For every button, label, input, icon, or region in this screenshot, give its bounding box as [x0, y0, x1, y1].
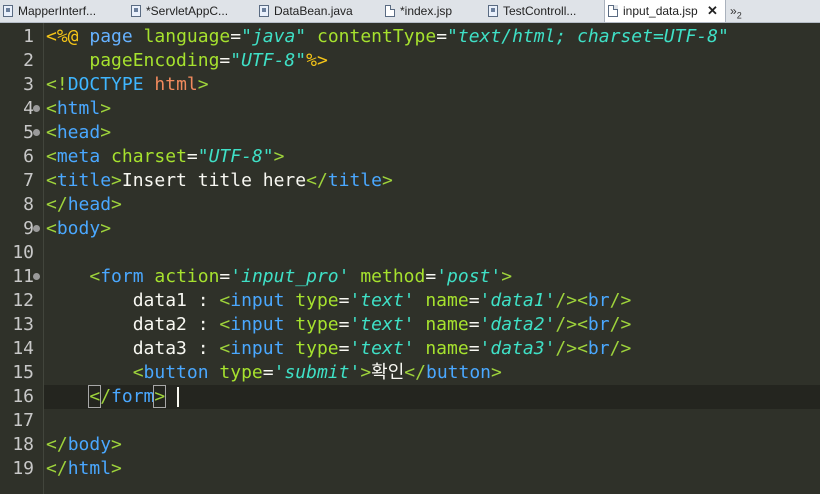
bracket-match-open: < — [88, 385, 102, 408]
java-file-icon — [259, 5, 269, 17]
tab-overflow-button[interactable]: »2 — [730, 0, 742, 22]
code-line-18: </body> — [46, 434, 122, 455]
close-tab-icon[interactable]: ✕ — [707, 0, 718, 22]
code-line-8: </head> — [46, 194, 122, 215]
tab-servlet-app-context[interactable]: *ServletAppC... — [128, 0, 246, 22]
tab-label: input_data.jsp — [623, 4, 698, 18]
java-file-icon — [3, 5, 13, 17]
java-file-icon — [488, 5, 498, 17]
tab-mapper-interface[interactable]: MapperInterf... — [0, 0, 118, 22]
tab-label: TestControll... — [503, 4, 577, 18]
code-line-9: <body> — [46, 218, 112, 239]
line-number: 13 — [12, 314, 34, 335]
jsp-file-icon — [608, 5, 618, 17]
code-line-12: data1 : <input type='text' name='data1'/… — [46, 290, 632, 311]
code-line-15: <button type='submit'>확인</button> — [46, 362, 502, 383]
bracket-match-close: > — [153, 385, 167, 408]
line-number: 5 — [23, 122, 34, 143]
line-number: 3 — [23, 74, 34, 95]
line-number: 1 — [23, 26, 34, 47]
line-number: 14 — [12, 338, 34, 359]
code-line-6: <meta charset="UTF-8"> — [46, 146, 285, 167]
code-line-5: <head> — [46, 122, 112, 143]
fold-toggle-icon[interactable] — [33, 105, 40, 112]
line-number: 16 — [12, 386, 34, 407]
line-number: 2 — [23, 50, 34, 71]
line-number: 9 — [23, 218, 34, 239]
chevron-right-icon: » — [730, 4, 737, 18]
text-cursor — [177, 387, 179, 407]
tab-label: MapperInterf... — [18, 4, 97, 18]
code-line-14: data3 : <input type='text' name='data3'/… — [46, 338, 632, 359]
editor-tab-bar: MapperInterf... *ServletAppC... DataBean… — [0, 0, 820, 23]
gutter-divider — [43, 23, 44, 494]
fold-toggle-icon[interactable] — [33, 273, 40, 280]
code-line-11: <form action='input_pro' method='post'> — [46, 266, 513, 287]
hidden-tab-count: 2 — [736, 10, 742, 21]
line-number: 17 — [12, 410, 34, 431]
line-number: 6 — [23, 146, 34, 167]
line-number: 4 — [23, 98, 34, 119]
code-line-13: data2 : <input type='text' name='data2'/… — [46, 314, 632, 335]
tab-label: *ServletAppC... — [146, 4, 229, 18]
line-number-gutter: 1 2 3 4 5 6 7 8 9 10 11 12 13 14 15 16 1… — [0, 23, 44, 494]
tab-input-data-jsp[interactable]: input_data.jsp ✕ — [604, 0, 726, 22]
code-line-16: </form> — [88, 385, 167, 408]
fold-toggle-icon[interactable] — [33, 129, 40, 136]
fold-toggle-icon[interactable] — [33, 225, 40, 232]
code-line-2: pageEncoding="UTF-8"%> — [89, 50, 328, 71]
line-number: 19 — [12, 458, 34, 479]
java-file-icon — [131, 5, 141, 17]
code-line-4: <html> — [46, 98, 112, 119]
line-number: 15 — [12, 362, 34, 383]
code-line-7: <title>Insert title here</title> — [46, 170, 393, 191]
tab-test-controller[interactable]: TestControll... — [485, 0, 598, 22]
line-number: 10 — [12, 242, 34, 263]
line-number: 7 — [23, 170, 34, 191]
tab-index-jsp[interactable]: *index.jsp — [382, 0, 478, 22]
tab-databean[interactable]: DataBean.java — [256, 0, 372, 22]
tab-label: DataBean.java — [274, 4, 353, 18]
line-number: 12 — [12, 290, 34, 311]
code-editor[interactable]: 1 2 3 4 5 6 7 8 9 10 11 12 13 14 15 16 1… — [0, 23, 820, 494]
code-line-3: <!DOCTYPE html> — [46, 74, 209, 95]
line-number: 11 — [12, 266, 34, 287]
tab-label: *index.jsp — [400, 4, 453, 18]
jsp-file-icon — [385, 5, 395, 17]
line-number: 8 — [23, 194, 34, 215]
code-line-19: </html> — [46, 458, 122, 479]
line-number: 18 — [12, 434, 34, 455]
code-line-1: <%@ page language="java" contentType="te… — [46, 26, 729, 47]
